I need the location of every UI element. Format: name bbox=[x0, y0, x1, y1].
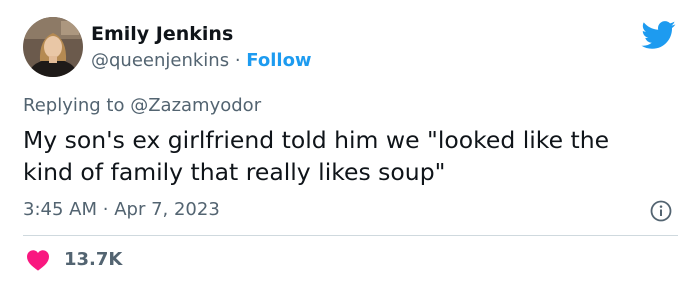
author-handle[interactable]: @queenjenkins bbox=[91, 50, 229, 71]
follow-button[interactable]: Follow bbox=[246, 50, 311, 71]
handle-separator: · bbox=[234, 50, 241, 71]
author-handle-row: @queenjenkins · Follow bbox=[91, 48, 312, 74]
divider bbox=[23, 235, 678, 236]
avatar-image bbox=[23, 17, 83, 77]
author-display-name[interactable]: Emily Jenkins bbox=[91, 21, 312, 47]
timestamp-separator: · bbox=[102, 199, 109, 220]
like-button[interactable]: 13.7K bbox=[26, 247, 122, 273]
twitter-bird-icon-graphic bbox=[641, 21, 676, 49]
author-info: Emily Jenkins @queenjenkins · Follow bbox=[91, 21, 312, 74]
like-count: 13.7K bbox=[64, 249, 123, 270]
tweet-time: 3:45 AM bbox=[23, 199, 97, 220]
info-icon-graphic bbox=[650, 200, 672, 222]
reply-handle-link[interactable]: @Zazamyodor bbox=[130, 95, 261, 116]
reply-prefix: Replying to bbox=[23, 95, 125, 116]
tweet-text: My son's ex girlfriend told him we "look… bbox=[23, 126, 610, 186]
tweet-card: Emily Jenkins @queenjenkins · Follow Rep… bbox=[0, 0, 700, 288]
tweet-timestamp[interactable]: 3:45 AM · Apr 7, 2023 bbox=[23, 197, 220, 223]
heart-icon bbox=[27, 250, 49, 271]
twitter-bird-icon[interactable] bbox=[640, 20, 676, 50]
info-icon[interactable] bbox=[650, 200, 672, 222]
reply-context: Replying to @Zazamyodor bbox=[23, 93, 261, 119]
avatar[interactable] bbox=[23, 17, 83, 77]
tweet-date: Apr 7, 2023 bbox=[114, 199, 220, 220]
